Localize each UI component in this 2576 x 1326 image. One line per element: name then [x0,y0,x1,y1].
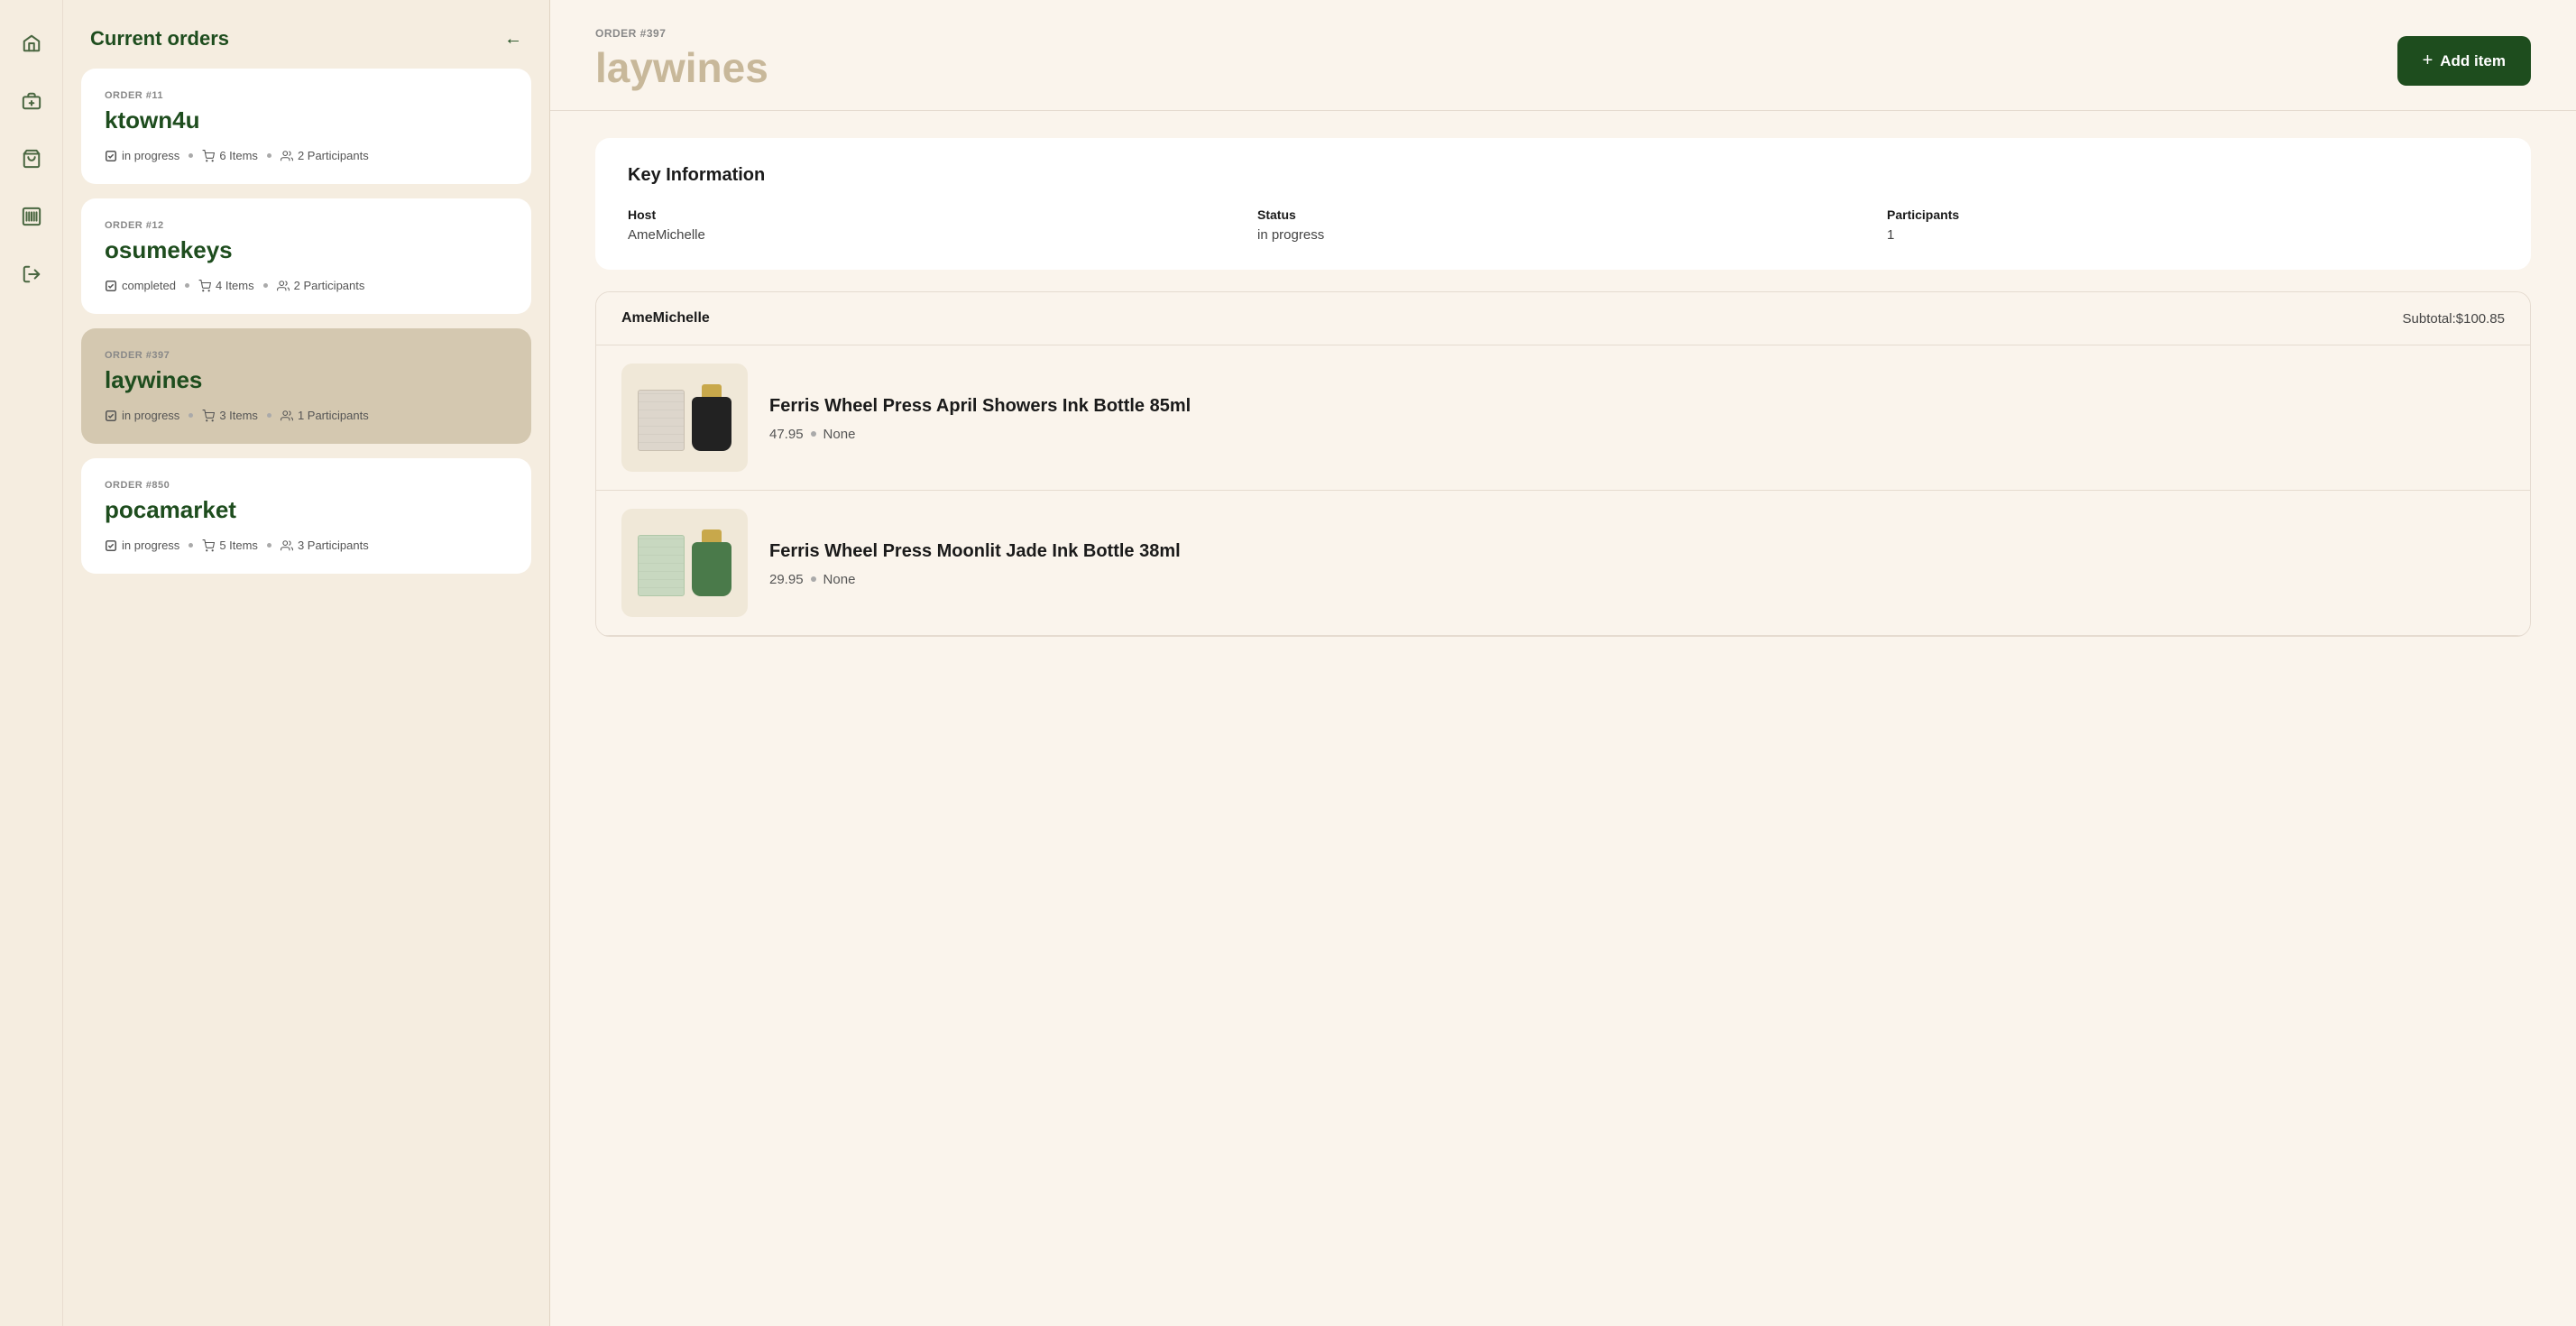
status-label: in progress [122,409,179,422]
logout-icon[interactable] [15,258,48,290]
product-price-2: 29.95 None [769,572,1181,587]
status-icon: in progress [105,149,179,162]
product-name-1: Ferris Wheel Press April Showers Ink Bot… [769,394,1191,418]
participant-name: AmeMichelle [621,310,710,327]
status-label: completed [122,279,176,292]
product-info-2: Ferris Wheel Press Moonlit Jade Ink Bott… [769,539,1181,587]
variant-value-1: None [823,427,856,442]
order-card-12[interactable]: ORDER #12 osumekeys completed 4 Items 2 … [81,198,531,314]
items-count: 5 Items [202,539,258,552]
product-image-1 [621,364,748,472]
items-count: 4 Items [198,279,254,292]
items-label: 4 Items [216,279,254,292]
order-card-397[interactable]: ORDER #397 laywines in progress 3 Items … [81,328,531,444]
participants-field: Participants 1 [1887,207,2498,243]
order-name: ktown4u [105,106,508,134]
participants-label: 2 Participants [298,149,369,162]
status-label: in progress [122,539,179,552]
status-icon: in progress [105,539,179,552]
participants-label: 2 Participants [294,279,365,292]
status-field: Status in progress [1257,207,1869,243]
participant-section: AmeMichelle Subtotal:$100.85 [595,291,2531,637]
order-number: ORDER #850 [105,480,508,491]
main-panel: ORDER #397 laywines + Add item Key Infor… [550,0,2576,1326]
status-label: in progress [122,149,179,162]
price-dot-1 [811,431,816,437]
header-left: ORDER #397 laywines [595,27,768,92]
main-header: ORDER #397 laywines + Add item [550,0,2576,111]
participants-count: 2 Participants [277,279,365,292]
order-meta: in progress 5 Items 3 Participants [105,539,508,552]
sidebar-title: Current orders [90,27,229,51]
product-item-2: Ferris Wheel Press Moonlit Jade Ink Bott… [596,491,2530,636]
nav-sidebar [0,0,63,1326]
items-label: 5 Items [219,539,258,552]
add-item-label: Add item [2440,52,2506,70]
price-value-2: 29.95 [769,572,804,587]
order-number: ORDER #11 [105,90,508,101]
product-name-2: Ferris Wheel Press Moonlit Jade Ink Bott… [769,539,1181,563]
orders-list: ORDER #11 ktown4u in progress 6 Items 2 … [63,69,549,1326]
order-name: pocamarket [105,496,508,524]
main-order-label: ORDER #397 [595,27,768,40]
variant-value-2: None [823,572,856,587]
product-price-1: 47.95 None [769,427,1191,442]
items-label: 3 Items [219,409,258,422]
order-meta: in progress 3 Items 1 Participants [105,409,508,422]
items-count: 3 Items [202,409,258,422]
host-value: AmeMichelle [628,227,1239,243]
product-image-2 [621,509,748,617]
items-count: 6 Items [202,149,258,162]
participants-label: Participants [1887,207,2498,222]
price-value-1: 47.95 [769,427,804,442]
status-icon: in progress [105,409,179,422]
main-order-name: laywines [595,43,768,92]
barcode-icon[interactable] [15,200,48,233]
plus-icon: + [2423,51,2433,71]
participants-label: 1 Participants [298,409,369,422]
key-info-title: Key Information [628,165,2498,186]
participant-header: AmeMichelle Subtotal:$100.85 [596,292,2530,345]
order-meta: completed 4 Items 2 Participants [105,279,508,292]
product-info-1: Ferris Wheel Press April Showers Ink Bot… [769,394,1191,442]
basket-icon[interactable] [15,143,48,175]
subtotal-value: $100.85 [2456,311,2505,327]
order-number: ORDER #397 [105,350,508,361]
participants-count: 3 Participants [281,539,369,552]
status-icon: completed [105,279,176,292]
order-number: ORDER #12 [105,220,508,231]
participants-count: 2 Participants [281,149,369,162]
participants-value: 1 [1887,227,2498,243]
product-item-1: Ferris Wheel Press April Showers Ink Bot… [596,345,2530,491]
order-name: osumekeys [105,236,508,264]
box-icon[interactable] [15,85,48,117]
orders-sidebar: Current orders ← ORDER #11 ktown4u in pr… [63,0,550,1326]
subtotal-label: Subtotal: [2403,311,2456,327]
order-card-850[interactable]: ORDER #850 pocamarket in progress 5 Item… [81,458,531,574]
home-icon[interactable] [15,27,48,60]
order-name: laywines [105,366,508,394]
order-card-11[interactable]: ORDER #11 ktown4u in progress 6 Items 2 … [81,69,531,184]
host-field: Host AmeMichelle [628,207,1239,243]
host-label: Host [628,207,1239,222]
participants-count: 1 Participants [281,409,369,422]
items-label: 6 Items [219,149,258,162]
participants-label: 3 Participants [298,539,369,552]
subtotal: Subtotal:$100.85 [2403,311,2505,327]
sidebar-header: Current orders ← [63,0,549,69]
status-value: in progress [1257,227,1869,243]
main-body: Key Information Host AmeMichelle Status … [550,111,2576,664]
info-grid: Host AmeMichelle Status in progress Part… [628,207,2498,243]
add-item-button[interactable]: + Add item [2397,36,2531,86]
price-dot-2 [811,576,816,582]
key-info-card: Key Information Host AmeMichelle Status … [595,138,2531,270]
order-meta: in progress 6 Items 2 Participants [105,149,508,162]
back-button[interactable]: ← [504,29,522,50]
status-label: Status [1257,207,1869,222]
